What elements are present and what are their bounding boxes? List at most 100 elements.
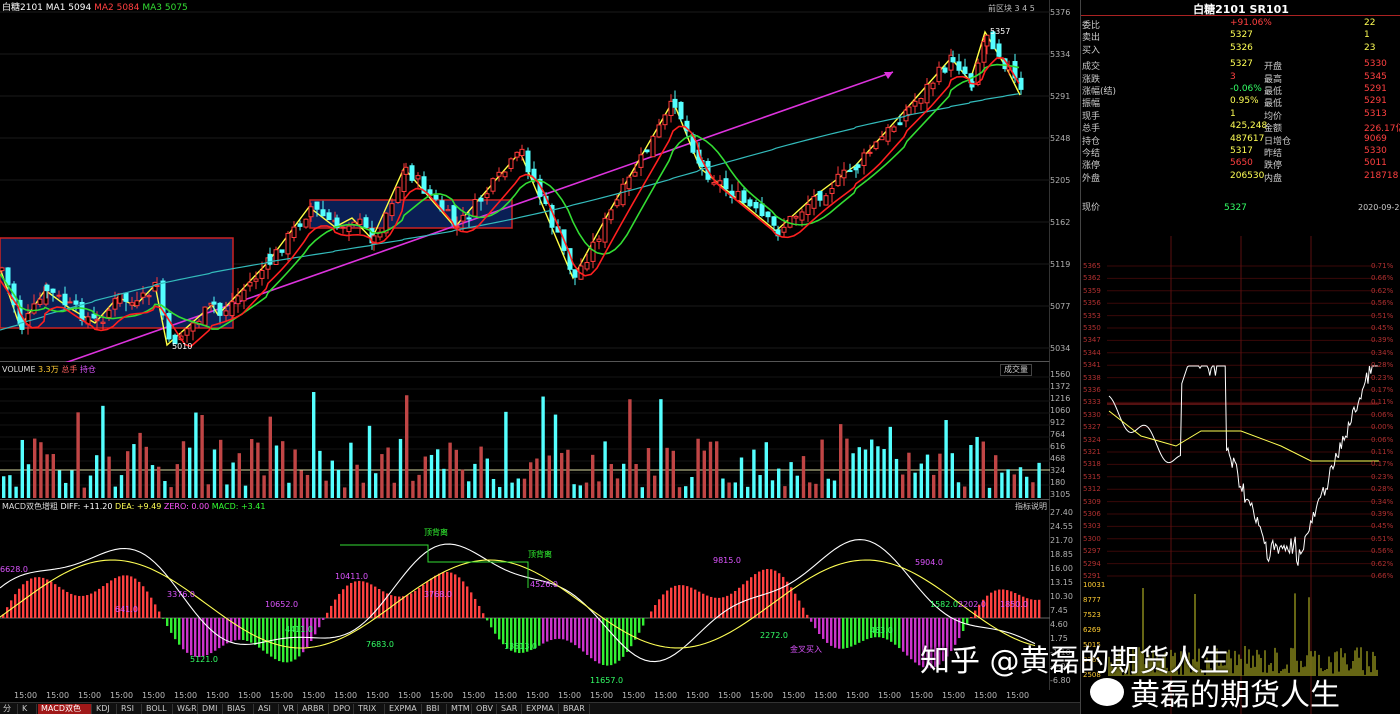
volume-bar [628,399,632,498]
quote-value-2: 5011 [1364,158,1387,169]
macd-legend-0: MACD双色增粗 [2,502,58,511]
time-label: 15:00 [46,691,70,700]
tab-5[interactable]: BOLL [143,704,173,714]
volume-axis-label: 1216 [1050,394,1071,403]
candle-body [614,199,620,207]
macd-bar [346,585,349,618]
macd-bar [194,618,197,657]
intraday-right-label: 0.66% [1371,274,1394,283]
tab-15[interactable]: BBI [423,704,447,714]
macd-chart[interactable] [0,500,1050,690]
quote-value-2: 9069 [1364,133,1387,144]
volume-bar [64,482,68,498]
candle-body [395,186,401,203]
tab-19[interactable]: EXPMA [523,704,559,714]
tab-2[interactable]: MACD双色增粗 [38,704,92,714]
quote-label: 买入 [1082,45,1101,56]
tab-6[interactable]: W&R [174,704,198,714]
tab-18[interactable]: SAR [498,704,522,714]
candle-body [918,98,924,104]
macd-bar [394,596,397,618]
tab-3[interactable]: KDJ [93,704,117,714]
volume-sub-button[interactable]: 成交量 [1000,364,1032,376]
tab-12[interactable]: DPO [330,704,354,714]
volume-axis-label: 3105 [1050,490,1071,499]
volume-panel[interactable]: VOLUME 3.3万 总手 持仓 成交量 [0,362,1050,500]
candle-body [765,211,771,218]
kline-panel[interactable]: 白糖2101 MA1 5094 MA2 5084 MA3 5075 前区块 3 … [0,0,1050,362]
macd-bar [358,580,361,618]
macd-bar [494,618,497,634]
volume-bar [281,441,285,498]
tab-4[interactable]: RSI [118,704,142,714]
main-toolbar[interactable]: 前区块 3 4 5 [988,4,1035,14]
tab-0[interactable]: 分时 [0,704,18,714]
intraday-left-label: 5356 [1083,299,1101,308]
volume-bar [640,487,644,498]
macd-bar [94,591,97,618]
tab-16[interactable]: MTM [448,704,472,714]
price-axis-label: 5334 [1050,50,1071,59]
volume-bar [312,392,316,498]
volume-bar [219,439,223,498]
candle-body [154,285,160,288]
volume-bar [1025,476,1029,498]
tab-8[interactable]: BIAS [224,704,254,714]
volume-bar [789,462,793,498]
candle-body [0,267,5,272]
tab-11[interactable]: ARBR [299,704,329,714]
macd-bar [994,590,997,618]
volume-bar [1012,474,1016,498]
tab-1[interactable]: K线 [19,704,37,714]
volume-bar [2,476,6,498]
candle-body [608,209,614,221]
volume-bar [783,486,787,498]
date-label: 2020-09-21 [1358,203,1400,212]
macd-annotation: 4411.0 [285,625,313,634]
tab-14[interactable]: EXPMA [386,704,422,714]
macd-bar [1038,599,1041,618]
candle-body [650,135,656,158]
tab-17[interactable]: OBV [473,704,497,714]
macd-bar [730,593,733,618]
macd-bar [154,604,157,618]
macd-axis-label: 13.15 [1050,578,1073,587]
volume-bar [597,481,601,498]
macd-panel[interactable]: MACD双色增粗 DIFF: +11.20 DEA: +9.49 ZERO: 0… [0,500,1050,690]
indicator-tab-bar: 分时K线MACD双色增粗KDJRSIBOLLW&RDMIBIASASIVRARB… [0,702,1080,714]
macd-annotation: 9815.0 [713,556,741,565]
tab-9[interactable]: ASI [255,704,279,714]
time-label: 15:00 [494,691,518,700]
macd-annotation: 11657.0 [590,676,624,685]
tab-20[interactable]: BRAR [560,704,590,714]
macd-bar [962,618,965,631]
macd-bar [374,586,377,618]
price-axis-label: 5034 [1050,344,1071,353]
candle-body [662,114,668,126]
candle-body [106,309,112,318]
candle-body [403,166,409,175]
volume-chart[interactable] [0,362,1050,500]
quote-mid-label: 开盘 [1264,62,1283,73]
candle-body [741,190,747,203]
quote-row: 涨幅(结) -0.06% 最低 5291 [1080,84,1400,97]
price-axis-label: 5376 [1050,8,1071,17]
kline-chart[interactable] [0,0,1050,362]
volume-bar [547,455,551,498]
tab-7[interactable]: DMI [199,704,223,714]
macd-bar [610,618,613,666]
macd-bar [382,591,385,618]
price-axis-label: 5248 [1050,134,1071,143]
tab-13[interactable]: TRIX [355,704,385,714]
macd-bar [986,595,989,618]
tab-10[interactable]: VR [280,704,298,714]
macd-sub-button[interactable]: 指标说明 [1015,502,1047,512]
volume-bar [677,487,682,498]
macd-bar [694,589,697,618]
candle-body [117,293,123,304]
candle-body [723,178,729,190]
macd-bar [414,590,417,618]
macd-axis-label: 27.40 [1050,508,1073,517]
volume-bar [256,442,260,498]
volume-bar [157,466,161,498]
